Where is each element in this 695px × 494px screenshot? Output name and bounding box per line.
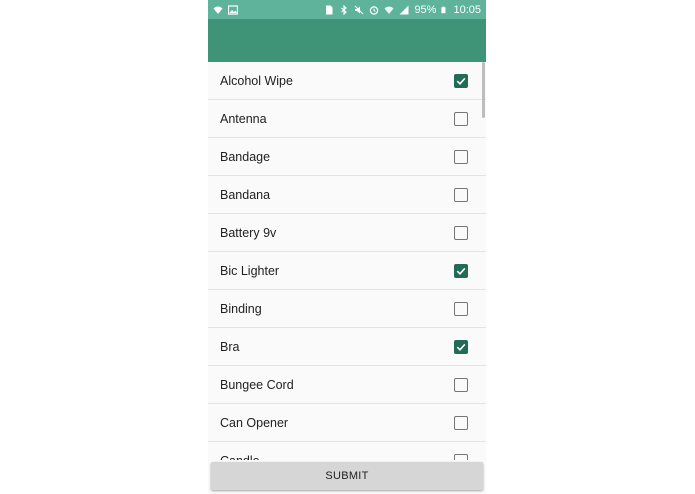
list-item-label: Bic Lighter	[220, 263, 280, 278]
list-item[interactable]: Binding	[208, 290, 486, 328]
bluetooth-icon	[341, 4, 348, 15]
item-list[interactable]: Alcohol Wipe Antenna Bandage Bandana Battery…	[208, 62, 486, 460]
check-icon	[456, 343, 466, 351]
list-item[interactable]: Can Opener	[208, 404, 486, 442]
list-item[interactable]: Bandana	[208, 176, 486, 214]
scrollbar-thumb[interactable]	[482, 62, 485, 118]
checkbox-unchecked[interactable]	[454, 377, 468, 392]
list-item-label: Bandana	[220, 187, 271, 202]
list-item[interactable]: Antenna	[208, 100, 486, 138]
checkbox-checked[interactable]	[454, 73, 468, 88]
checkbox-unchecked[interactable]	[454, 187, 468, 202]
list-item[interactable]: Bra	[208, 328, 486, 366]
phone-screen: 95% 10:05 Alcohol Wipe Antenna Bandage Band…	[208, 0, 486, 494]
image-icon	[228, 4, 238, 15]
list-item-label: Candle	[220, 454, 260, 461]
checkbox-unchecked[interactable]	[454, 301, 468, 316]
list-item-label: Bandage	[220, 149, 271, 164]
list-item-label: Can Opener	[220, 415, 289, 430]
mute-icon	[355, 5, 364, 14]
status-bar-right: 95% 10:05	[324, 4, 481, 16]
list-item[interactable]: Candle	[208, 442, 486, 460]
list-item[interactable]: Bandage	[208, 138, 486, 176]
wifi-signal-icon	[384, 6, 394, 14]
status-bar: 95% 10:05	[208, 0, 486, 19]
battery-percent: 95%	[414, 3, 437, 16]
checkbox-unchecked[interactable]	[454, 415, 468, 430]
checkbox-unchecked[interactable]	[454, 111, 468, 126]
checkbox-checked[interactable]	[454, 339, 468, 354]
submit-container: SUBMIT	[211, 462, 483, 490]
check-icon	[456, 267, 466, 275]
list-item-label: Antenna	[220, 111, 267, 126]
list-item[interactable]: Alcohol Wipe	[208, 62, 486, 100]
wifi-icon	[213, 6, 223, 14]
submit-button[interactable]: SUBMIT	[211, 462, 483, 490]
list-item[interactable]: Battery 9v	[208, 214, 486, 252]
checkbox-unchecked[interactable]	[454, 453, 468, 460]
list-item[interactable]: Bic Lighter	[208, 252, 486, 290]
alarm-icon	[370, 5, 379, 15]
battery-icon	[441, 6, 446, 13]
cell-signal-icon	[399, 5, 409, 14]
list-item-label: Battery 9v	[220, 225, 277, 240]
status-bar-left	[213, 4, 238, 15]
sim-icon	[326, 5, 333, 14]
status-time: 10:05	[453, 3, 481, 16]
list-item-label: Bungee Cord	[220, 377, 294, 392]
checkbox-unchecked[interactable]	[454, 149, 468, 164]
checkbox-checked[interactable]	[454, 263, 468, 278]
list-item[interactable]: Bungee Cord	[208, 366, 486, 404]
list-item-label: Bra	[220, 339, 240, 354]
app-bar	[208, 19, 486, 62]
list-item-label: Binding	[220, 301, 262, 316]
list-item-label: Alcohol Wipe	[220, 73, 293, 88]
check-icon	[456, 77, 466, 85]
checkbox-unchecked[interactable]	[454, 225, 468, 240]
